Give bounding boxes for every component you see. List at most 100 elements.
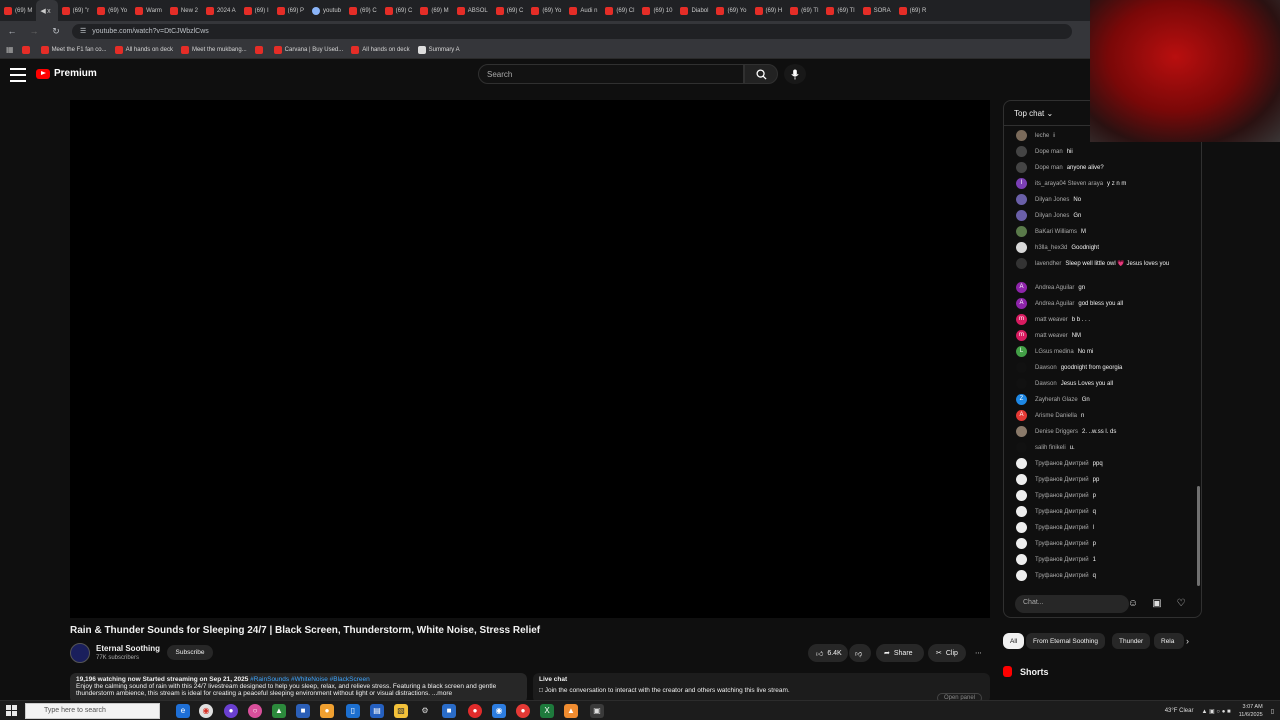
browser-tab[interactable]: (69) H xyxy=(751,0,787,21)
dislike-button[interactable]: 👎︎ xyxy=(849,644,871,662)
forward-arrow-icon[interactable]: → xyxy=(28,26,40,36)
chat-author[interactable]: Dope man xyxy=(1035,165,1063,171)
app-icon[interactable]: ● xyxy=(516,704,530,718)
browser-tab[interactable]: (69) Yo xyxy=(93,0,131,21)
chat-avatar[interactable] xyxy=(1016,258,1027,269)
apps-grid-icon[interactable]: ▦ xyxy=(6,45,14,54)
app-icon[interactable]: ● xyxy=(468,704,482,718)
chat-author[interactable]: Труфанов Дмитрий xyxy=(1035,477,1089,483)
chat-avatar[interactable] xyxy=(1016,442,1027,453)
more-actions-button[interactable]: ⋯ xyxy=(970,644,990,662)
description-tags[interactable]: #RainSounds #WhiteNoise #BlackScreen xyxy=(250,676,370,683)
browser-tab[interactable]: (69) "r xyxy=(58,0,93,21)
browser-tab[interactable]: (69) M xyxy=(416,0,452,21)
chat-avatar[interactable] xyxy=(1016,362,1027,373)
search-input[interactable]: Search xyxy=(478,64,744,84)
chat-author[interactable]: Труфанов Дмитрий xyxy=(1035,525,1089,531)
browser-tab[interactable]: (69) Yo xyxy=(527,0,565,21)
filter-chip[interactable]: From Eternal Soothing xyxy=(1026,633,1106,649)
chat-author[interactable]: Труфанов Дмитрий xyxy=(1035,493,1089,499)
taskbar-search-input[interactable]: Type here to search xyxy=(25,703,160,719)
browser-tab[interactable]: (69) R xyxy=(895,0,931,21)
search-button[interactable] xyxy=(744,64,778,84)
browser-tab[interactable]: New 2 xyxy=(166,0,202,21)
browser-tab[interactable]: (69) C xyxy=(381,0,417,21)
bookmark-item[interactable] xyxy=(254,45,266,54)
chat-author[interactable]: Dawson xyxy=(1035,365,1057,371)
back-arrow-icon[interactable]: ← xyxy=(6,26,18,36)
browser-tab[interactable]: SORA xyxy=(859,0,895,21)
voice-search-button[interactable] xyxy=(784,64,806,84)
filter-chip[interactable]: Rela xyxy=(1154,633,1184,649)
chat-avatar[interactable]: m xyxy=(1016,330,1027,341)
chat-scrollbar[interactable] xyxy=(1197,486,1200,586)
chat-author[interactable]: Труфанов Дмитрий xyxy=(1035,557,1089,563)
app-icon[interactable]: ● xyxy=(224,704,238,718)
heart-icon[interactable]: ♡ xyxy=(1175,598,1187,610)
address-bar[interactable]: ☰ youtube.com/watch?v=DtCJWbzlCws xyxy=(72,23,1072,39)
description-box[interactable]: 19,196 watching now Started streaming on… xyxy=(70,673,527,703)
browser-tab[interactable]: (69) C xyxy=(345,0,381,21)
clip-button[interactable]: ✂ Clip xyxy=(928,644,966,662)
chat-author[interactable]: matt weaver xyxy=(1035,317,1068,323)
chat-author[interactable]: leche xyxy=(1035,133,1049,139)
site-info-icon[interactable]: ☰ xyxy=(80,27,86,35)
bookmark-item[interactable]: Carvana | Buy Used... xyxy=(273,45,343,54)
tray-icons[interactable]: ▲ ▣ ○ ● ■ xyxy=(1201,708,1230,715)
share-button[interactable]: ➦ Share xyxy=(876,644,924,662)
chat-author[interactable]: Denise Driggers xyxy=(1035,429,1078,435)
chat-avatar[interactable] xyxy=(1016,458,1027,469)
top-chat-dropdown[interactable]: Top chat ⌄ xyxy=(1014,109,1053,118)
super-chat-icon[interactable]: ▣ xyxy=(1151,598,1163,610)
bookmark-item[interactable] xyxy=(21,45,33,54)
chat-avatar[interactable]: L xyxy=(1016,346,1027,357)
notification-icon[interactable]: ▯ xyxy=(1271,708,1274,715)
app-icon[interactable]: ◉ xyxy=(492,704,506,718)
file-explorer-icon[interactable]: ▧ xyxy=(394,704,408,718)
chat-author[interactable]: LGsus medina xyxy=(1035,349,1074,355)
chat-avatar[interactable] xyxy=(1016,474,1027,485)
like-button[interactable]: 👍︎ 6.4K xyxy=(808,644,848,662)
chat-author[interactable]: Труфанов Дмитрий xyxy=(1035,461,1089,467)
chat-author[interactable]: Zayherah Glaze xyxy=(1035,397,1078,403)
chat-author[interactable]: Труфанов Дмитрий xyxy=(1035,541,1089,547)
chat-avatar[interactable]: A xyxy=(1016,410,1027,421)
chat-author[interactable]: salih finikeli xyxy=(1035,445,1066,451)
chat-avatar[interactable] xyxy=(1016,378,1027,389)
excel-app-icon[interactable]: X xyxy=(540,704,554,718)
browser-tab[interactable]: (69) Tl xyxy=(822,0,858,21)
app-icon[interactable]: ▲ xyxy=(272,704,286,718)
channel-name[interactable]: Eternal Soothing xyxy=(96,644,160,653)
chat-avatar[interactable] xyxy=(1016,506,1027,517)
browser-tab[interactable]: (69) M xyxy=(0,0,36,21)
chat-avatar[interactable] xyxy=(1016,162,1027,173)
chat-avatar[interactable] xyxy=(1016,194,1027,205)
app-icon[interactable]: ○ xyxy=(248,704,262,718)
chat-author[interactable]: Dilyan Jones xyxy=(1035,197,1069,203)
chat-author[interactable]: Arisme Daniella xyxy=(1035,413,1077,419)
chat-avatar[interactable] xyxy=(1016,210,1027,221)
browser-tab[interactable]: (69) Cl xyxy=(601,0,638,21)
channel-avatar[interactable] xyxy=(70,643,90,663)
browser-tab[interactable]: Diabol xyxy=(676,0,712,21)
reload-icon[interactable]: ↻ xyxy=(50,26,62,37)
browser-tab[interactable]: (69) 10 xyxy=(638,0,676,21)
chat-author[interactable]: Andrea Aguilar xyxy=(1035,301,1074,307)
app-icon[interactable]: ▯ xyxy=(346,704,360,718)
chat-avatar[interactable] xyxy=(1016,146,1027,157)
browser-tab[interactable]: Audi n xyxy=(565,0,601,21)
app-icon[interactable]: ▲ xyxy=(564,704,578,718)
app-icon[interactable]: ▣ xyxy=(590,704,604,718)
browser-tab[interactable]: youtub xyxy=(308,0,345,21)
edge-app-icon[interactable]: e xyxy=(176,704,190,718)
chat-avatar[interactable] xyxy=(1016,538,1027,549)
bookmark-item[interactable]: Meet the mukbang... xyxy=(180,45,247,54)
bookmark-item[interactable]: Summary A xyxy=(417,45,460,54)
emoji-icon[interactable]: ☺ xyxy=(1127,598,1139,610)
browser-tab[interactable]: (69) Tl xyxy=(786,0,822,21)
chat-avatar[interactable]: A xyxy=(1016,298,1027,309)
settings-gear-icon[interactable]: ⚙ xyxy=(418,704,432,718)
chat-avatar[interactable] xyxy=(1016,130,1027,141)
chat-author[interactable]: its_araya04 Steven araya xyxy=(1035,181,1103,187)
browser-tab[interactable]: ABSOL xyxy=(453,0,492,21)
